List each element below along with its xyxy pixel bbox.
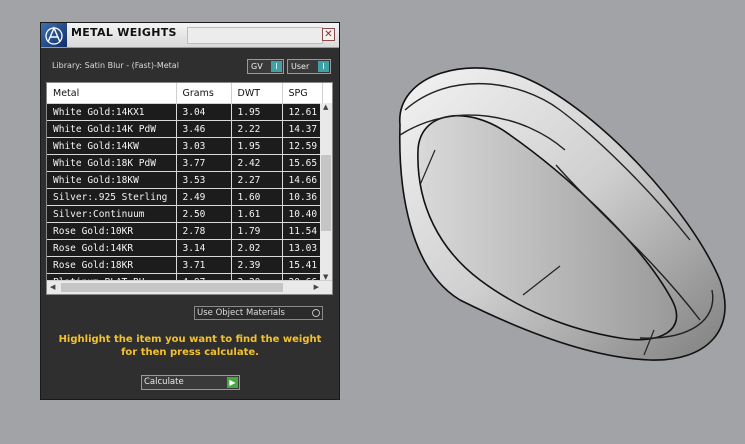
metals-table: Metal Grams DWT SPG White Gold:14KX1 3.04… <box>46 82 333 295</box>
table-cell: 2.78 <box>176 222 232 240</box>
user-toggle-label: User <box>291 62 310 71</box>
table-cell: White Gold:14KW <box>47 137 177 155</box>
use-object-materials-label: Use Object Materials <box>197 308 285 318</box>
table-cell: White Gold:18KW <box>47 171 177 189</box>
table-header-row: Metal Grams DWT SPG <box>47 83 323 104</box>
instructions-line: for then press calculate. <box>121 347 259 358</box>
scroll-right-icon[interactable]: ▶ <box>314 283 319 291</box>
use-object-materials-option[interactable]: Use Object Materials <box>194 306 323 320</box>
instructions-text: Highlight the item you want to find the … <box>49 333 331 359</box>
table-cell: 2.22 <box>231 120 283 138</box>
title-tab <box>187 27 323 44</box>
calculate-label: Calculate <box>144 377 184 387</box>
table-row[interactable]: White Gold:14KW 3.03 1.95 12.59 <box>47 137 323 155</box>
table-row[interactable]: Rose Gold:18KR 3.71 2.39 15.41 <box>47 256 323 274</box>
gv-toggle[interactable]: GV I <box>247 59 284 74</box>
table-row[interactable]: White Gold:14KX1 3.04 1.95 12.61 <box>47 103 323 121</box>
metal-weights-panel: METAL WEIGHTS ✕ Library: Satin Blur - (F… <box>40 22 340 400</box>
toggle-switch-icon: I <box>271 61 282 72</box>
table-cell: Rose Gold:10KR <box>47 222 177 240</box>
table-cell: White Gold:14KX1 <box>47 103 177 121</box>
table-cell: 2.50 <box>176 205 232 223</box>
table-cell: 12.59 <box>282 137 323 155</box>
table-cell: 3.03 <box>176 137 232 155</box>
column-header-grams[interactable]: Grams <box>176 83 232 104</box>
horizontal-scroll-thumb[interactable] <box>61 283 283 292</box>
table-cell: Silver:.925 Sterling <box>47 188 177 206</box>
user-toggle[interactable]: User I <box>287 59 331 74</box>
table-row[interactable]: White Gold:18KW 3.53 2.27 14.66 <box>47 171 323 189</box>
table-cell: 3.04 <box>176 103 232 121</box>
table-cell: 1.79 <box>231 222 283 240</box>
table-cell: 2.39 <box>231 256 283 274</box>
gv-toggle-label: GV <box>251 62 263 71</box>
table-cell: 10.36 <box>282 188 323 206</box>
table-row[interactable]: White Gold:18K PdW 3.77 2.42 15.65 <box>47 154 323 172</box>
table-cell: 1.95 <box>231 137 283 155</box>
table-row[interactable]: White Gold:14K PdW 3.46 2.22 14.37 <box>47 120 323 138</box>
library-label: Library: Satin Blur - (Fast)-Metal <box>52 61 179 70</box>
table-cell: 15.41 <box>282 256 323 274</box>
table-row[interactable]: Rose Gold:14KR 3.14 2.02 13.03 <box>47 239 323 257</box>
column-header-metal[interactable]: Metal <box>47 83 177 104</box>
table-cell: Rose Gold:18KR <box>47 256 177 274</box>
table-cell: 1.95 <box>231 103 283 121</box>
table-cell: 10.40 <box>282 205 323 223</box>
table-cell: 2.42 <box>231 154 283 172</box>
table-cell: 14.66 <box>282 171 323 189</box>
table-row[interactable]: Rose Gold:10KR 2.78 1.79 11.54 <box>47 222 323 240</box>
ring-model <box>398 67 726 361</box>
table-cell: Rose Gold:14KR <box>47 239 177 257</box>
table-cell: 3.14 <box>176 239 232 257</box>
close-button[interactable]: ✕ <box>322 28 335 41</box>
panel-title: METAL WEIGHTS <box>71 26 177 39</box>
table-cell: 2.02 <box>231 239 283 257</box>
vertical-scrollbar[interactable]: ▲ ▼ <box>320 103 332 281</box>
instructions-line: Highlight the item you want to find the … <box>58 334 322 345</box>
horizontal-scrollbar[interactable]: ◀ ▶ <box>47 280 332 294</box>
table-cell: 1.60 <box>231 188 283 206</box>
table-cell: 1.61 <box>231 205 283 223</box>
table-cell: 3.46 <box>176 120 232 138</box>
column-header-dwt[interactable]: DWT <box>231 83 283 104</box>
scroll-left-icon[interactable]: ◀ <box>50 283 55 291</box>
table-cell: 14.37 <box>282 120 323 138</box>
table-cell: White Gold:14K PdW <box>47 120 177 138</box>
radio-icon[interactable] <box>312 309 320 317</box>
table-cell: 2.49 <box>176 188 232 206</box>
table-cell: 11.54 <box>282 222 323 240</box>
column-header-spg[interactable]: SPG <box>282 83 323 104</box>
table-cell: Silver:Continuum <box>47 205 177 223</box>
table-cell: 2.27 <box>231 171 283 189</box>
table-cell: 3.71 <box>176 256 232 274</box>
toggle-switch-icon: I <box>318 61 329 72</box>
table-cell: 15.65 <box>282 154 323 172</box>
app-logo-icon <box>41 23 67 47</box>
scroll-up-icon[interactable]: ▲ <box>323 103 328 111</box>
table-row[interactable]: Silver:Continuum 2.50 1.61 10.40 <box>47 205 323 223</box>
table-cell: White Gold:18K PdW <box>47 154 177 172</box>
table-cell: 3.77 <box>176 154 232 172</box>
play-arrow-icon: ▶ <box>227 377 238 388</box>
calculate-button[interactable]: Calculate ▶ <box>141 375 240 390</box>
table-cell: 12.61 <box>282 103 323 121</box>
table-cell: 3.53 <box>176 171 232 189</box>
vertical-scroll-thumb[interactable] <box>321 155 331 231</box>
panel-titlebar[interactable]: METAL WEIGHTS ✕ <box>41 23 339 48</box>
table-cell: 13.03 <box>282 239 323 257</box>
table-row[interactable]: Silver:.925 Sterling 2.49 1.60 10.36 <box>47 188 323 206</box>
